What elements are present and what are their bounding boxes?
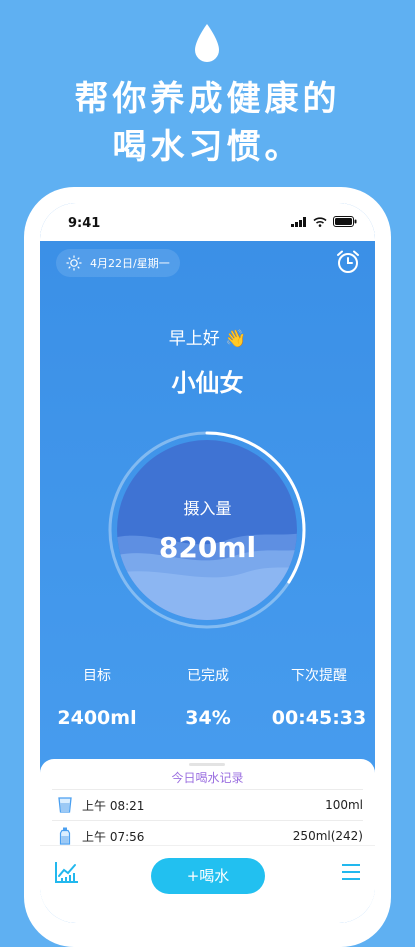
date-text: 4月22日/星期一 (90, 257, 170, 270)
intake-progress-ring (108, 431, 306, 629)
status-bar: 9:41 (40, 203, 375, 241)
chart-icon[interactable] (54, 860, 80, 884)
battery-icon (333, 216, 357, 227)
promo-headline-line2: 喝水习惯。 (112, 127, 303, 167)
record-amount: 100ml (325, 798, 363, 812)
cup-icon (58, 797, 72, 813)
signal-icon (291, 216, 306, 227)
record-amount: 250ml(242) (292, 829, 363, 843)
stat-goal-label: 目标 (83, 668, 111, 684)
sun-icon (66, 255, 82, 271)
stat-next-reminder-label: 下次提醒 (291, 668, 347, 684)
stat-next-reminder: 下次提醒 00:45:33 (263, 665, 375, 729)
water-drop-icon (195, 24, 219, 62)
record-row[interactable]: 上午 08:21 100ml (52, 789, 363, 820)
greeting-text: 早上好 (168, 329, 220, 349)
date-pill[interactable]: 4月22日/星期一 (56, 249, 180, 277)
record-time: 上午 08:21 (82, 798, 145, 813)
bottom-bar: +喝水 (40, 845, 375, 906)
promo-headline-line1: 帮你养成健康的 (74, 79, 341, 119)
stat-next-reminder-value: 00:45:33 (271, 707, 367, 729)
intake-value: 820ml (158, 531, 257, 564)
status-time: 9:41 (68, 216, 101, 231)
stat-completed: 已完成 34% (152, 665, 264, 729)
menu-icon[interactable] (340, 862, 362, 882)
user-name: 小仙女 (171, 369, 244, 397)
bottle-icon (59, 827, 71, 845)
stat-goal: 目标 2400ml (41, 665, 153, 729)
notch (116, 203, 304, 231)
intake-label: 摄入量 (183, 499, 232, 518)
stat-completed-value: 34% (185, 707, 231, 729)
wifi-icon (313, 216, 327, 227)
record-time: 上午 07:56 (82, 829, 145, 844)
records-title: 今日喝水记录 (171, 771, 244, 785)
app-screen: 9:41 4月22日/星期一 早上好 👋 小仙女 摄入量 820ml 目标 24… (40, 203, 375, 923)
stat-goal-value: 2400ml (57, 707, 137, 729)
stat-completed-label: 已完成 (187, 668, 229, 684)
waving-hand-emoji: 👋 (225, 329, 247, 349)
greeting: 早上好 👋 (40, 324, 375, 349)
alarm-clock-icon[interactable] (335, 249, 361, 275)
add-drink-button[interactable]: +喝水 (151, 858, 265, 894)
drag-handle[interactable] (189, 763, 225, 766)
